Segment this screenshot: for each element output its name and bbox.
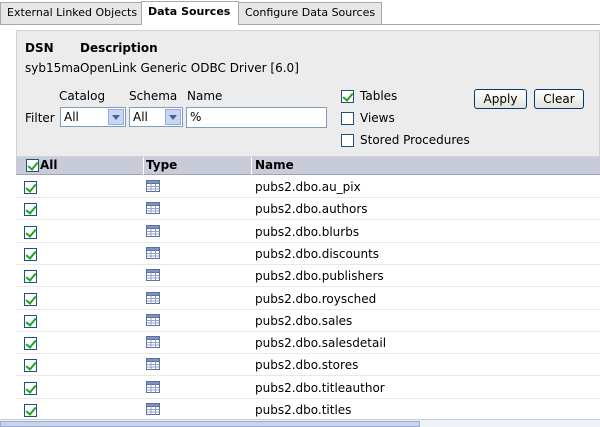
table-row[interactable]: pubs2.dbo.stores [16,354,600,376]
table-row[interactable]: pubs2.dbo.roysched [16,288,600,310]
table-header: All Type Name [16,157,600,175]
catalog-label: Catalog [59,89,106,103]
table-icon [146,403,160,415]
column-header-name: Name [255,158,294,172]
row-object-name[interactable]: pubs2.dbo.discounts [255,243,379,265]
table-row[interactable]: pubs2.dbo.discounts [16,243,600,265]
table-row[interactable]: pubs2.dbo.sales [16,310,600,332]
row-checkbox[interactable] [24,226,37,239]
column-divider [143,157,144,175]
description-header: Description [80,41,158,55]
table-icon [146,225,160,237]
row-object-name[interactable]: pubs2.dbo.salesdetail [255,332,386,354]
dsn-value: syb15ma [25,61,81,75]
row-object-name[interactable]: pubs2.dbo.roysched [255,288,376,310]
table-row[interactable]: pubs2.dbo.authors [16,198,600,220]
name-label: Name [187,89,223,103]
column-header-all: All [40,158,58,172]
apply-button[interactable]: Apply [474,89,527,109]
tab-data-sources[interactable]: Data Sources [141,1,239,25]
row-checkbox[interactable] [24,337,37,350]
row-checkbox[interactable] [24,270,37,283]
dsn-header: DSN [25,41,54,55]
views-checkbox[interactable] [341,112,354,125]
row-checkbox[interactable] [24,248,37,261]
scrollbar-thumb[interactable] [0,421,420,427]
schema-select[interactable]: All [129,107,183,127]
table-row[interactable]: pubs2.dbo.salesdetail [16,332,600,354]
row-object-name[interactable]: pubs2.dbo.au_pix [255,176,361,198]
filter-label: Filter [25,111,55,125]
row-checkbox[interactable] [24,293,37,306]
catalog-select-value: All [64,110,79,124]
table-icon [146,292,160,304]
row-checkbox[interactable] [24,404,37,417]
table-row[interactable]: pubs2.dbo.au_pix [16,176,600,198]
table-icon [146,180,160,192]
column-header-type: Type [146,158,178,172]
table-icon [146,269,160,281]
table-row[interactable]: pubs2.dbo.publishers [16,265,600,287]
row-object-name[interactable]: pubs2.dbo.sales [255,310,352,332]
row-checkbox[interactable] [24,359,37,372]
table-row[interactable]: pubs2.dbo.titles [16,399,600,421]
schema-label: Schema [129,89,178,103]
horizontal-scrollbar[interactable] [0,419,600,427]
stored-procedures-label: Stored Procedures [360,133,470,147]
table-icon [146,314,160,326]
row-checkbox[interactable] [24,181,37,194]
tab-external-linked-objects[interactable]: External Linked Objects [0,2,142,24]
tab-bar: External Linked Objects Data Sources Con… [0,0,600,25]
row-checkbox[interactable] [24,315,37,328]
description-value: OpenLink Generic ODBC Driver [6.0] [80,61,299,75]
clear-button[interactable]: Clear [534,89,584,109]
row-checkbox[interactable] [24,203,37,216]
table-icon [146,202,160,214]
catalog-select[interactable]: All [60,107,126,127]
row-object-name[interactable]: pubs2.dbo.stores [255,354,358,376]
row-checkbox[interactable] [24,382,37,395]
row-object-name[interactable]: pubs2.dbo.publishers [255,265,384,287]
chevron-down-icon[interactable] [108,109,124,125]
views-label: Views [360,111,395,125]
table-icon [146,247,160,259]
tables-checkbox[interactable] [341,90,354,103]
row-object-name[interactable]: pubs2.dbo.blurbs [255,221,359,243]
table-icon [146,381,160,393]
table-row[interactable]: pubs2.dbo.titleauthor [16,377,600,399]
name-filter-input[interactable]: % [186,107,327,128]
select-all-checkbox[interactable] [26,159,39,172]
table-icon [146,336,160,348]
table-row[interactable]: pubs2.dbo.blurbs [16,221,600,243]
row-object-name[interactable]: pubs2.dbo.authors [255,198,368,220]
filter-panel: DSN Description syb15ma OpenLink Generic… [16,30,600,157]
tables-label: Tables [360,89,398,103]
column-divider [251,157,252,175]
stored-procedures-checkbox[interactable] [341,134,354,147]
chevron-down-icon[interactable] [165,109,181,125]
schema-select-value: All [133,110,148,124]
row-object-name[interactable]: pubs2.dbo.titles [255,399,351,421]
row-object-name[interactable]: pubs2.dbo.titleauthor [255,377,385,399]
tab-configure-data-sources[interactable]: Configure Data Sources [238,2,382,24]
table-icon [146,358,160,370]
